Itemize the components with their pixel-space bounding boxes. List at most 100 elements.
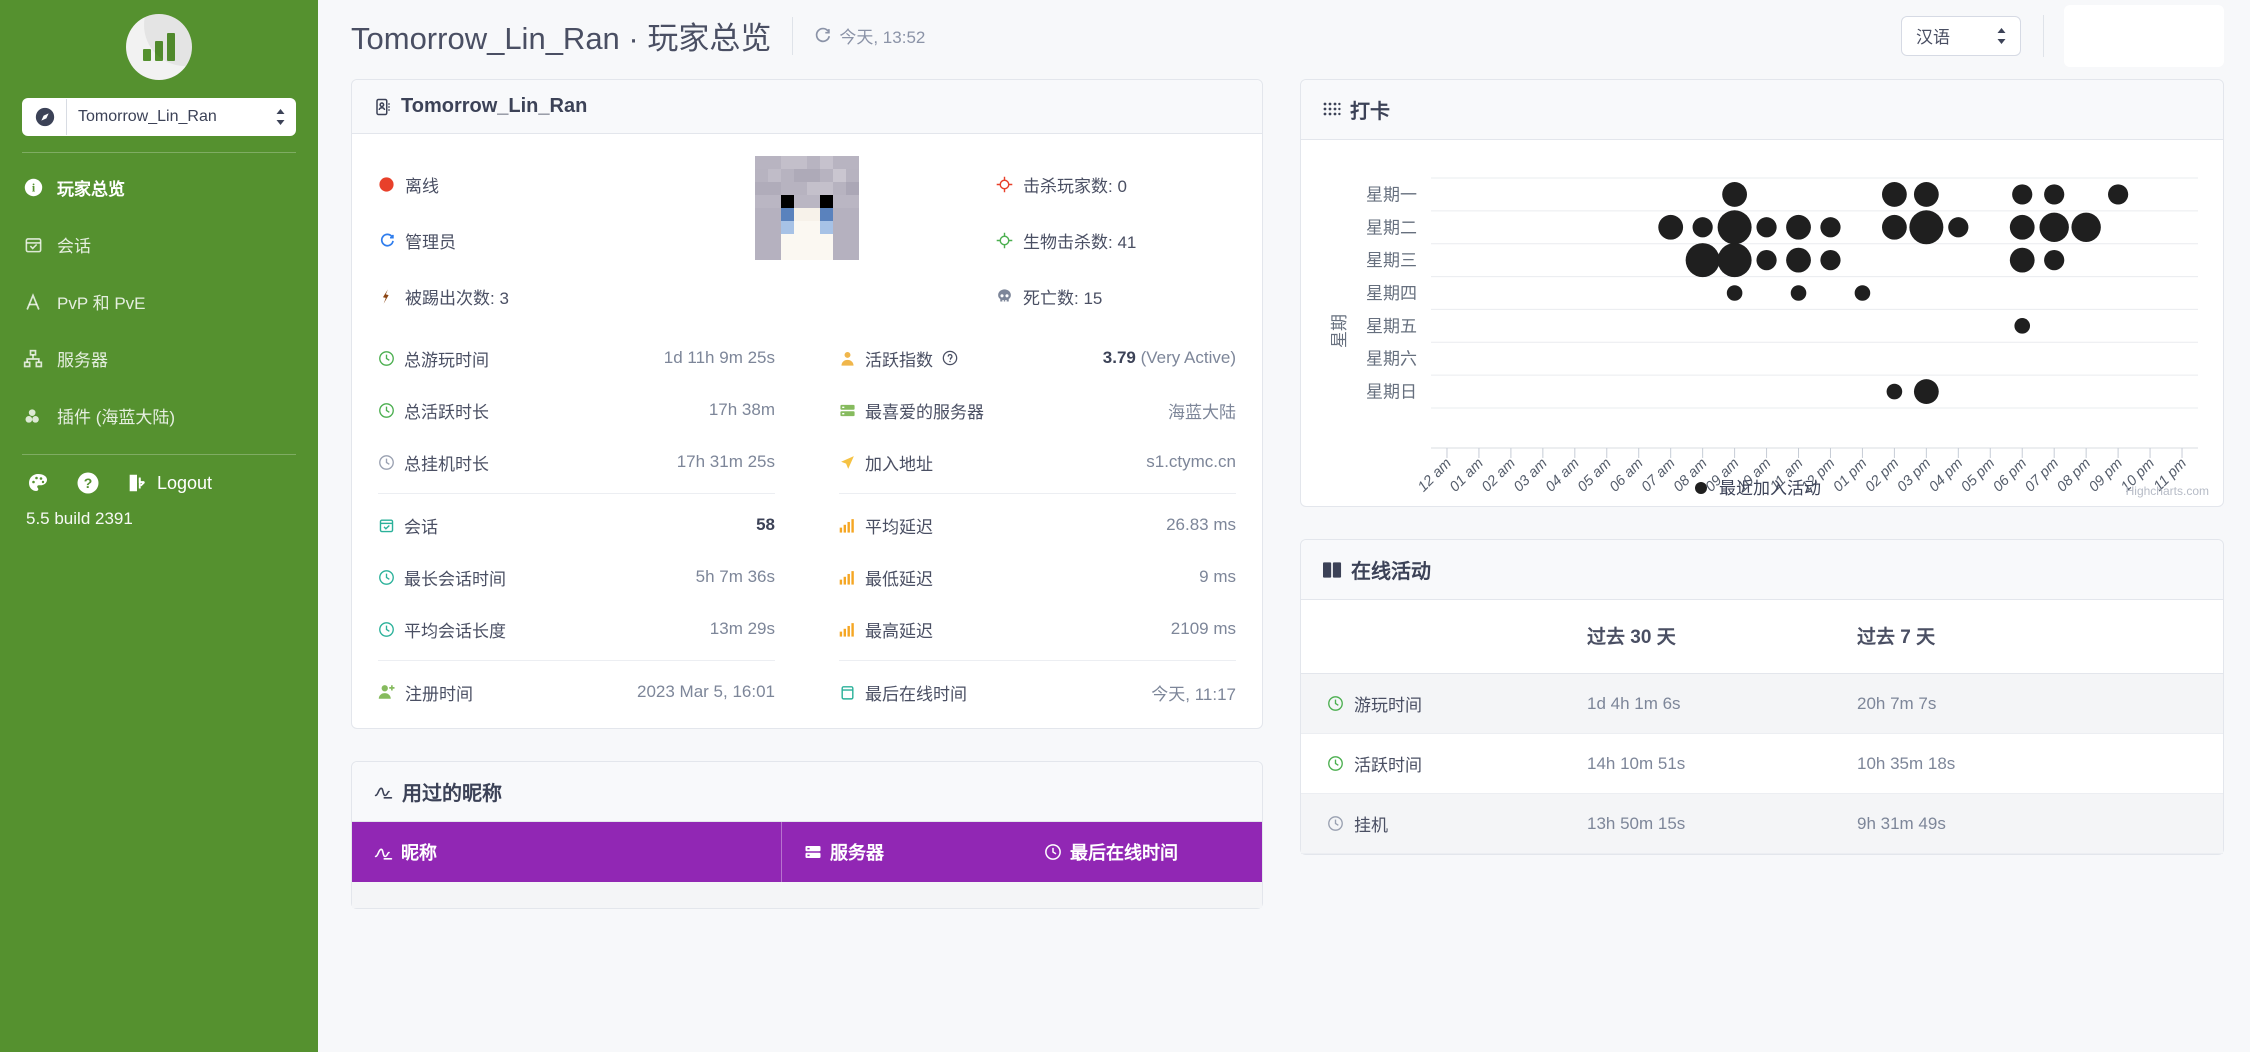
- punchcard-point[interactable]: [1692, 217, 1713, 238]
- stat-label: 总挂机时长: [404, 454, 489, 474]
- x-axis-tick-label: 05 am: [1575, 456, 1615, 496]
- sidebar-item-label: 玩家总览: [57, 180, 125, 199]
- clock-green-icon: [1327, 695, 1344, 712]
- punchcard-point[interactable]: [2108, 184, 2129, 205]
- stat-total-playtime: 总游玩时间 1d 11h 9m 25s: [378, 332, 775, 384]
- punchcard-point[interactable]: [2014, 318, 2031, 334]
- punchcard-point[interactable]: [1948, 217, 1969, 238]
- punchcard-point[interactable]: [1685, 243, 1720, 278]
- column-header-server[interactable]: 服务器: [782, 822, 1022, 882]
- punchcard-point[interactable]: [2071, 212, 2101, 242]
- online-activity-title: 在线活动: [1351, 561, 1431, 583]
- stat-last-seen: 最后在线时间 今天, 11:17: [839, 666, 1236, 718]
- punchcard-point[interactable]: [2009, 214, 2035, 240]
- page-title: Tomorrow_Lin_Ran · 玩家总览: [351, 21, 772, 56]
- legend-label[interactable]: 最近加入活动: [1719, 479, 1821, 498]
- punchcard-point[interactable]: [1881, 214, 1907, 240]
- punchcard-point[interactable]: [1909, 210, 1944, 245]
- chevron-updown-icon: [265, 99, 295, 135]
- profile-right-badges: 击杀玩家数: 0 生物击杀数: 41 死亡数: 15: [996, 156, 1236, 324]
- rank-badge: 管理员: [378, 212, 618, 268]
- refresh-icon: [814, 27, 831, 44]
- mob-kills-label: 生物击杀数: 41: [1023, 232, 1137, 252]
- stat-label: 平均延迟: [865, 517, 933, 537]
- player-profile-card: Tomorrow_Lin_Ran 离线 管理员 被踢出次数: 3 击杀玩家数: …: [351, 79, 1263, 729]
- table-row: [352, 882, 1262, 908]
- punchcard-svg: 星期一星期二星期三星期四星期五星期六星期日星期12 am01 am02 am03…: [1330, 177, 2198, 498]
- stat-label: 总游玩时间: [404, 350, 489, 370]
- stat-label: 最低延迟: [865, 569, 933, 589]
- user-chip[interactable]: [2064, 4, 2224, 67]
- x-axis-tick-label: 04 pm: [1926, 456, 1966, 496]
- sidebar-item-plugins[interactable]: 插件 (海蓝大陆): [0, 387, 318, 444]
- punchcard-point[interactable]: [2012, 184, 2033, 205]
- x-axis-tick-label: 01 am: [1447, 456, 1487, 496]
- palette-icon[interactable]: [26, 471, 50, 495]
- punchcard-point[interactable]: [1881, 182, 1907, 207]
- punchcard-point[interactable]: [1786, 214, 1811, 240]
- cell-7d: 9h 31m 49s: [1841, 793, 2223, 854]
- stats-col-left-c: 注册时间 2023 Mar 5, 16:01: [378, 666, 807, 718]
- refresh-button[interactable]: 今天, 13:52: [814, 23, 925, 48]
- logout-button[interactable]: Logout: [126, 472, 212, 494]
- punchcard-point[interactable]: [1658, 214, 1684, 240]
- punchcard-point[interactable]: [1790, 285, 1807, 301]
- punchcard-point[interactable]: [1726, 285, 1743, 301]
- column-header-nickname[interactable]: 昵称: [352, 822, 782, 882]
- punchcard-point[interactable]: [1722, 182, 1748, 207]
- signal-icon: [839, 621, 856, 638]
- stats-block-c: 注册时间 2023 Mar 5, 16:01 最后在线时间 今天, 11:17: [352, 666, 1262, 718]
- sidebar-item-servers[interactable]: 服务器: [0, 330, 318, 387]
- punchcard-chart[interactable]: 星期一 星期二 星期三 星期四 星期五 星期六 星期日 星期 12 am 01 am 02 am 03…: [1301, 140, 2223, 506]
- column-header-last-seen[interactable]: 最后在线时间: [1022, 822, 1262, 882]
- punchcard-point[interactable]: [2044, 250, 2065, 271]
- stat-value: s1.ctymc.cn: [1146, 452, 1236, 471]
- skull-icon: [996, 288, 1013, 305]
- right-column: 打卡 星期一 星期二 星期三 星期四 星期五 星期六 星期日 星期 12 am 01 am 02 a…: [1300, 79, 2224, 909]
- punchcard-point[interactable]: [1913, 182, 1939, 207]
- punchcard-point[interactable]: [1913, 379, 1939, 404]
- stats-col-left-a: 总游玩时间 1d 11h 9m 25s 总活跃时长 17h 38m 总挂机时长 …: [378, 332, 807, 488]
- clock-icon: [1044, 843, 1062, 861]
- row-label-cell: 游玩时间: [1301, 673, 1571, 734]
- question-icon[interactable]: ?: [76, 471, 100, 495]
- clock-grey-icon: [378, 454, 395, 471]
- left-column: Tomorrow_Lin_Ran 离线 管理员 被踢出次数: 3 击杀玩家数: …: [351, 79, 1263, 909]
- rank-label: 管理员: [405, 232, 456, 252]
- y-axis-tick-label: 星期二: [1366, 218, 1417, 237]
- sidebar-item-player-overview[interactable]: i 玩家总览: [0, 159, 318, 216]
- punchcard-point[interactable]: [1820, 250, 1841, 271]
- x-axis-tick-label: 07 am: [1639, 456, 1679, 496]
- punchcard-point[interactable]: [1756, 250, 1777, 271]
- punchcard-point[interactable]: [1717, 243, 1752, 278]
- sidebar-item-label: 插件 (海蓝大陆): [57, 408, 176, 427]
- sitemap-icon: [22, 349, 44, 369]
- swords-icon: [22, 292, 44, 312]
- punchcard-point[interactable]: [2009, 247, 2035, 273]
- player-profile-title: Tomorrow_Lin_Ran: [401, 95, 588, 117]
- server-selector[interactable]: Tomorrow_Lin_Ran: [22, 98, 296, 136]
- topbar: Tomorrow_Lin_Ran · 玩家总览 今天, 13:52 汉语: [318, 0, 2250, 71]
- help-icon[interactable]: [942, 350, 958, 366]
- punchcard-point[interactable]: [1886, 383, 1903, 400]
- signal-icon: [839, 569, 856, 586]
- row-label-cell: 挂机: [1301, 793, 1571, 854]
- highcharts-credit[interactable]: Highcharts.com: [2126, 484, 2209, 498]
- sidebar-item-pvp-pve[interactable]: PvP 和 PvE: [0, 273, 318, 330]
- punchcard-point[interactable]: [2039, 212, 2069, 242]
- punchcard-point[interactable]: [1820, 217, 1841, 238]
- punchcard-point[interactable]: [2044, 184, 2065, 205]
- punchcard-point[interactable]: [1756, 217, 1777, 238]
- x-axis-tick-label: 01 pm: [1830, 456, 1870, 496]
- sidebar-item-sessions[interactable]: 会话: [0, 216, 318, 273]
- online-activity-card: 在线活动 过去 30 天 过去 7 天 游玩时间 1d 4h 1m 6s 20h…: [1300, 539, 2224, 855]
- sidebar-item-label: 服务器: [57, 351, 108, 370]
- punchcard-point[interactable]: [1786, 247, 1811, 273]
- chart-logo-icon: [126, 14, 192, 80]
- stat-lowest-ping: 最低延迟 9 ms: [839, 551, 1236, 603]
- stat-label: 最喜爱的服务器: [865, 402, 984, 422]
- punchcard-point[interactable]: [1717, 210, 1752, 245]
- stat-activity-index: 活跃指数 3.79 (Very Active): [839, 332, 1236, 384]
- language-select[interactable]: 汉语: [1901, 15, 2021, 56]
- punchcard-point[interactable]: [1854, 285, 1871, 301]
